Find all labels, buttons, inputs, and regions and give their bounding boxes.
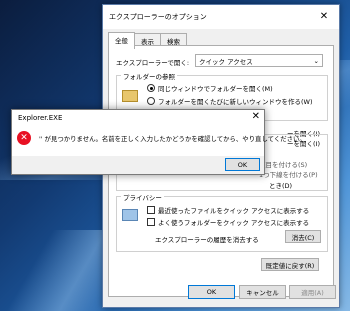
privacy-icon	[122, 209, 138, 221]
radio-unselected-icon	[147, 97, 155, 105]
error-dialog-title: Explorer.EXE	[18, 114, 63, 122]
radio-same-window[interactable]: 同じウィンドウでフォルダーを開く(M)	[147, 83, 273, 93]
frequent-folders-checkbox[interactable]: よく使うフォルダーをクイック アクセスに表示する	[147, 217, 309, 227]
chevron-down-icon: ⌄	[313, 56, 319, 65]
radio-new-window-label: フォルダーを開くたびに新しいウィンドウを作る(W)	[158, 98, 313, 106]
cancel-button[interactable]: キャンセル	[239, 285, 286, 299]
apply-button[interactable]: 適用(A)	[289, 285, 336, 299]
clear-history-label: エクスプローラーの履歴を消去する	[155, 236, 259, 244]
obscured-text-5: とき(D)	[269, 182, 293, 190]
obscured-text-4: 1つ下線を付ける(P)	[259, 171, 318, 179]
options-titlebar[interactable]: エクスプローラーのオプション ✕	[103, 5, 339, 29]
error-ok-button[interactable]: OK	[225, 158, 260, 171]
frequent-folders-label: よく使うフォルダーをクイック アクセスに表示する	[158, 219, 310, 227]
folder-window-icon	[122, 90, 138, 102]
options-title: エクスプローラーのオプション	[109, 13, 207, 21]
ok-button[interactable]: OK	[188, 285, 235, 299]
recent-files-label: 最近使ったファイルをクイック アクセスに表示する	[158, 207, 310, 215]
checkbox-icon	[147, 206, 155, 214]
error-message: '' が見つかりません。名前を正しく入力したかどうかを確認してから、やり直してく…	[39, 135, 306, 143]
open-explorer-combo[interactable]: クイック アクセス ⌄	[195, 54, 323, 67]
radio-same-window-label: 同じウィンドウでフォルダーを開く(M)	[158, 85, 273, 93]
folder-browse-label: フォルダーの参照	[121, 71, 177, 81]
recent-files-checkbox[interactable]: 最近使ったファイルをクイック アクセスに表示する	[147, 205, 309, 215]
tab-general[interactable]: 全般	[108, 32, 135, 49]
clear-history-button[interactable]: 消去(C)	[285, 230, 321, 243]
privacy-group: プライバシー 最近使ったファイルをクイック アクセスに表示する よく使うフォルダ…	[116, 192, 328, 252]
close-icon[interactable]: ✕	[252, 111, 260, 122]
privacy-label: プライバシー	[121, 192, 164, 202]
open-explorer-label: エクスプローラーで開く:	[116, 59, 190, 67]
radio-new-window[interactable]: フォルダーを開くたびに新しいウィンドウを作る(W)	[147, 96, 313, 106]
restore-defaults-button[interactable]: 既定値に戻す(R)	[261, 258, 319, 271]
checkbox-icon	[147, 218, 155, 226]
error-dialog: Explorer.EXE ✕ ✕ '' が見つかりません。名前を正しく入力したか…	[11, 109, 306, 175]
error-icon: ✕	[17, 131, 31, 145]
close-icon[interactable]: ✕	[313, 10, 335, 24]
radio-selected-icon	[147, 84, 155, 92]
obscured-text-3: 項目を付ける(S)	[259, 161, 308, 169]
open-explorer-value: クイック アクセス	[199, 57, 253, 66]
